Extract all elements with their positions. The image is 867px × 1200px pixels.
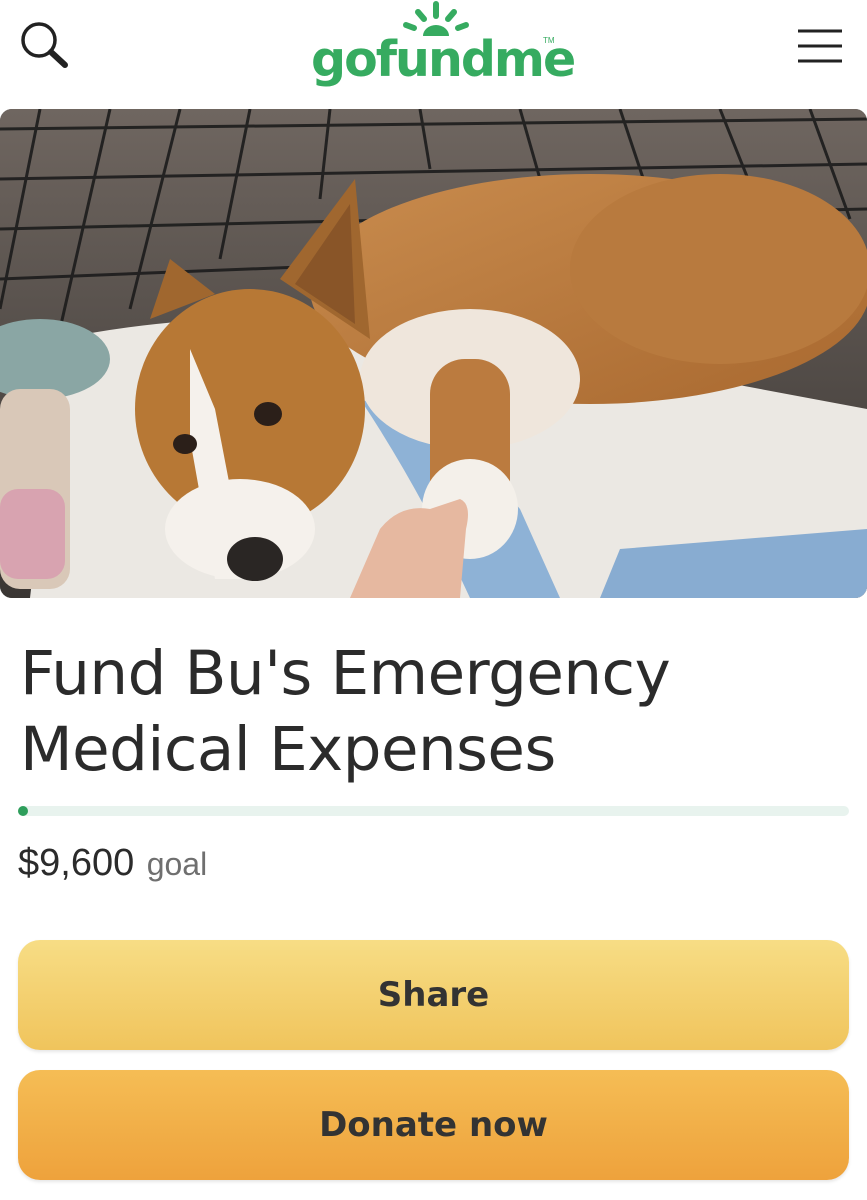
donate-now-button[interactable]: Donate now (18, 1070, 849, 1180)
share-button[interactable]: Share (18, 940, 849, 1050)
search-button[interactable] (18, 18, 74, 74)
logo-wordmark: gofundme (311, 31, 576, 88)
top-bar: gofundme TM (0, 0, 867, 100)
goal-amount: $9,600 (18, 842, 135, 884)
goal-info: $9,600 goal (18, 842, 207, 885)
hamburger-menu-icon (798, 29, 842, 63)
gofundme-logo[interactable]: gofundme TM (308, 0, 576, 96)
goal-label: goal (146, 846, 208, 882)
corgi-photo (0, 109, 867, 598)
trademark-mark: TM (543, 36, 555, 45)
search-icon (21, 22, 68, 68)
campaign-hero-image[interactable] (0, 109, 867, 598)
progress-bar (18, 806, 849, 816)
progress-fill (18, 806, 28, 816)
menu-button[interactable] (792, 22, 848, 72)
campaign-title: Fund Bu's Emergency Medical Expenses (20, 638, 671, 785)
